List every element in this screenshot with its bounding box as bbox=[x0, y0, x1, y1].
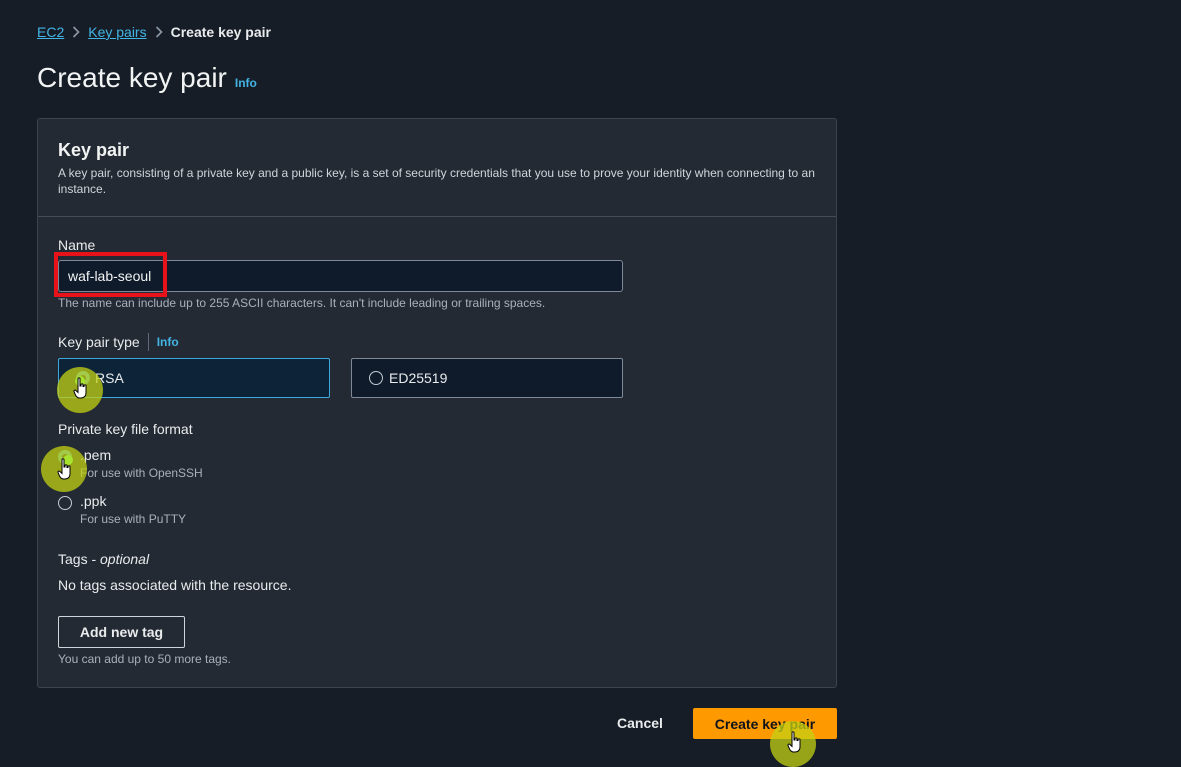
file-format-option-ppk[interactable]: .ppk For use with PuTTY bbox=[58, 493, 258, 527]
ed25519-radio[interactable] bbox=[369, 371, 383, 385]
key-pair-type-label-row: Key pair type Info bbox=[58, 333, 179, 351]
breadcrumb-key-pairs-link[interactable]: Key pairs bbox=[88, 24, 146, 40]
file-format-option-pem[interactable]: .pem For use with OpenSSH bbox=[58, 447, 258, 481]
panel-header: Key pair A key pair, consisting of a pri… bbox=[38, 119, 836, 217]
panel-title: Key pair bbox=[58, 140, 130, 160]
tags-label-text: Tags - bbox=[58, 551, 101, 567]
key-pair-type-label: Key pair type bbox=[58, 334, 140, 350]
name-hint: The name can include up to 255 ASCII cha… bbox=[58, 296, 546, 310]
page-info-link[interactable]: Info bbox=[235, 76, 257, 90]
add-new-tag-button[interactable]: Add new tag bbox=[58, 616, 185, 648]
create-key-pair-button[interactable]: Create key pair bbox=[693, 708, 837, 739]
key-type-option-ed25519[interactable]: ED25519 bbox=[351, 358, 623, 398]
page-title-row: Create key pair Info bbox=[37, 62, 257, 94]
chevron-right-icon bbox=[147, 26, 171, 38]
ppk-label: .ppk bbox=[80, 493, 107, 509]
tags-hint: You can add up to 50 more tags. bbox=[58, 652, 232, 666]
file-format-label: Private key file format bbox=[58, 421, 193, 437]
annotation-highlight-box bbox=[54, 252, 167, 297]
ppk-description: For use with PuTTY bbox=[80, 512, 187, 526]
key-pair-panel: Key pair A key pair, consisting of a pri… bbox=[37, 118, 837, 688]
chevron-right-icon bbox=[64, 26, 88, 38]
divider bbox=[147, 333, 149, 351]
cancel-button[interactable]: Cancel bbox=[604, 708, 676, 738]
tags-empty-text: No tags associated with the resource. bbox=[58, 577, 292, 593]
pointer-hand-icon bbox=[73, 377, 87, 399]
pem-description: For use with OpenSSH bbox=[80, 466, 203, 480]
name-label: Name bbox=[58, 237, 96, 253]
pointer-hand-icon bbox=[57, 458, 71, 480]
page-title: Create key pair bbox=[37, 62, 227, 93]
key-pair-type-info-link[interactable]: Info bbox=[157, 335, 179, 349]
panel-description: A key pair, consisting of a private key … bbox=[58, 166, 815, 196]
breadcrumb: EC2 Key pairs Create key pair bbox=[37, 22, 271, 42]
ed25519-label: ED25519 bbox=[389, 370, 448, 386]
breadcrumb-ec2-link[interactable]: EC2 bbox=[37, 24, 64, 40]
pointer-hand-icon bbox=[787, 731, 801, 753]
breadcrumb-current: Create key pair bbox=[170, 24, 271, 40]
tags-label-optional: optional bbox=[100, 551, 150, 567]
tags-label: Tags - optional bbox=[58, 551, 149, 567]
ppk-radio[interactable] bbox=[58, 496, 72, 510]
